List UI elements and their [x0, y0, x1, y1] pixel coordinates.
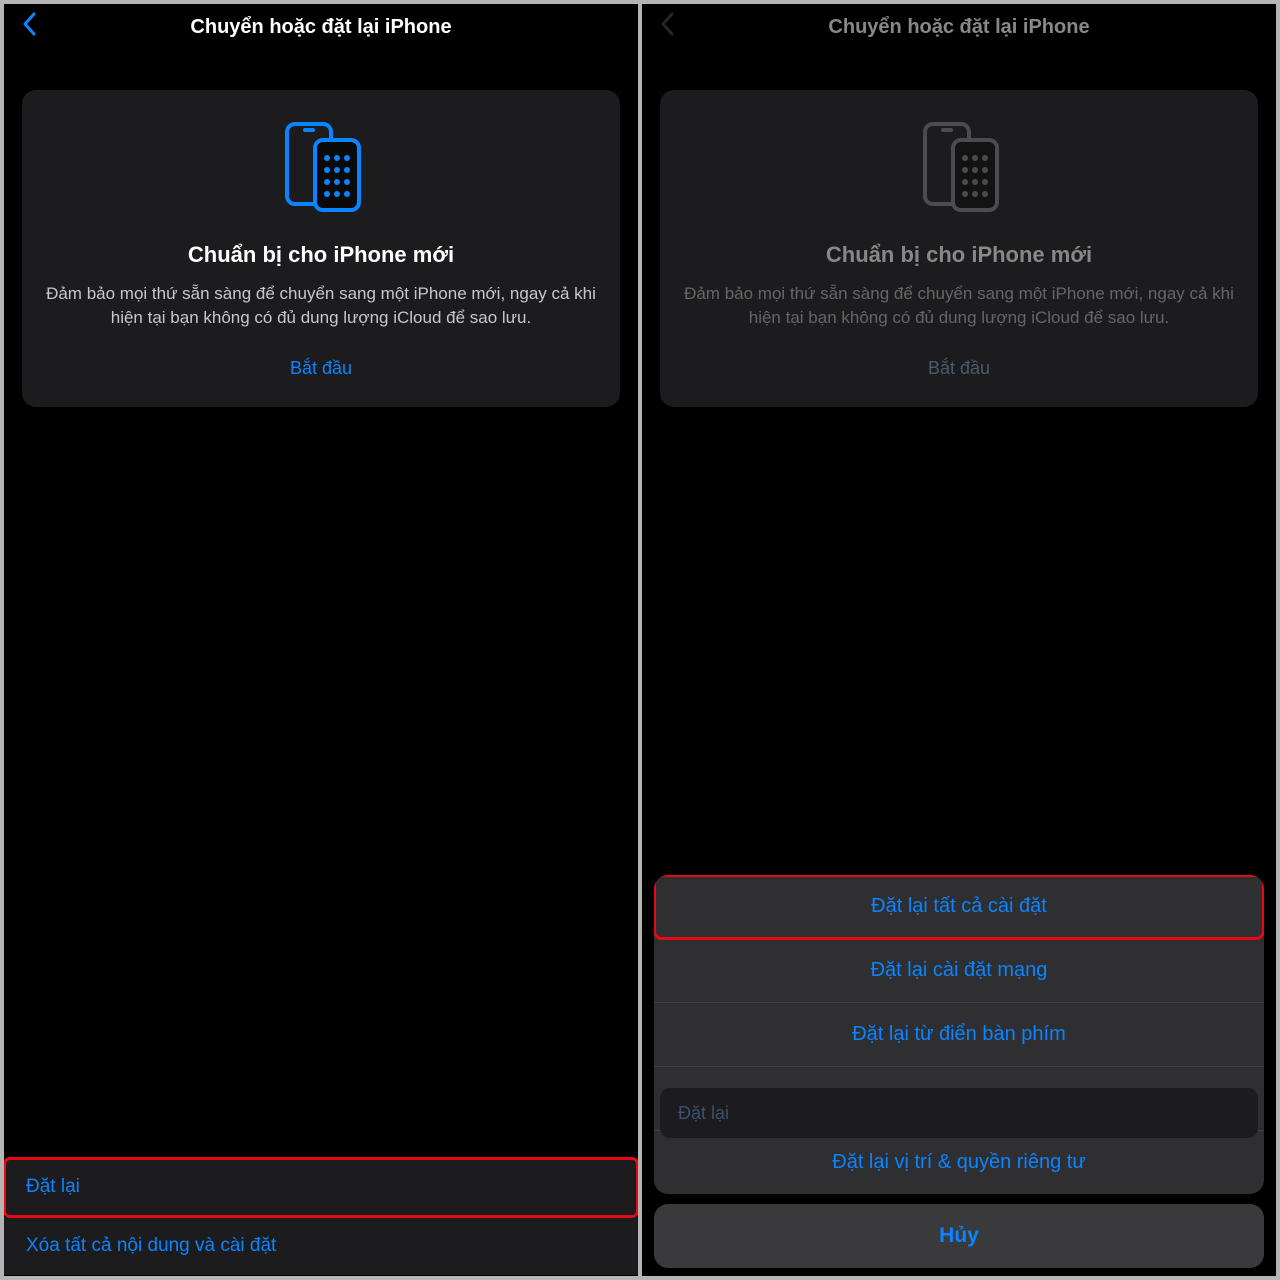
erase-all-row[interactable]: Xóa tất cả nội dung và cài đặt: [4, 1217, 638, 1276]
devices-transfer-icon: [42, 118, 600, 218]
get-started-button[interactable]: Bắt đầu: [42, 354, 600, 383]
card-title: Chuẩn bị cho iPhone mới: [680, 242, 1238, 268]
card-body: Đảm bảo mọi thứ sẵn sàng để chuyển sang …: [680, 282, 1238, 330]
screen-right: Chuyển hoặc đặt lại iPhone Chuẩn bị cho …: [642, 4, 1276, 1276]
nav-header: Chuyển hoặc đặt lại iPhone: [642, 4, 1276, 50]
reset-action-sheet: Đặt lại tất cả cài đặt Đặt lại cài đặt m…: [654, 875, 1264, 1268]
reset-all-settings-button[interactable]: Đặt lại tất cả cài đặt: [654, 875, 1264, 939]
page-title: Chuyển hoặc đặt lại iPhone: [642, 16, 1276, 39]
cancel-button[interactable]: Hủy: [654, 1204, 1264, 1268]
nav-header: Chuyển hoặc đặt lại iPhone: [4, 4, 638, 50]
prepare-card: Chuẩn bị cho iPhone mới Đảm bảo mọi thứ …: [22, 90, 620, 407]
devices-transfer-icon: [680, 118, 1238, 218]
reset-location-privacy-button[interactable]: Đặt lại vị trí & quyền riêng tư: [654, 1131, 1264, 1194]
get-started-button: Bắt đầu: [680, 354, 1238, 383]
card-title: Chuẩn bị cho iPhone mới: [42, 242, 600, 268]
prepare-card: Chuẩn bị cho iPhone mới Đảm bảo mọi thứ …: [660, 90, 1258, 407]
reset-keyboard-dictionary-button[interactable]: Đặt lại từ điển bàn phím: [654, 1003, 1264, 1067]
reset-network-settings-button[interactable]: Đặt lại cài đặt mạng: [654, 939, 1264, 1003]
reset-row[interactable]: Đặt lại: [4, 1158, 638, 1217]
reset-home-layout-button[interactable]: Đặt lại bố cục Màn hình chính: [654, 1067, 1264, 1131]
screen-left: Chuyển hoặc đặt lại iPhone Chuẩn bị cho …: [4, 4, 638, 1276]
sheet-options-group: Đặt lại tất cả cài đặt Đặt lại cài đặt m…: [654, 875, 1264, 1194]
card-body: Đảm bảo mọi thứ sẵn sàng để chuyển sang …: [42, 282, 600, 330]
page-title: Chuyển hoặc đặt lại iPhone: [4, 16, 638, 39]
reset-row-behind: Đặt lại: [660, 1088, 1258, 1138]
bottom-menu: Đặt lại Xóa tất cả nội dung và cài đặt: [4, 1158, 638, 1276]
